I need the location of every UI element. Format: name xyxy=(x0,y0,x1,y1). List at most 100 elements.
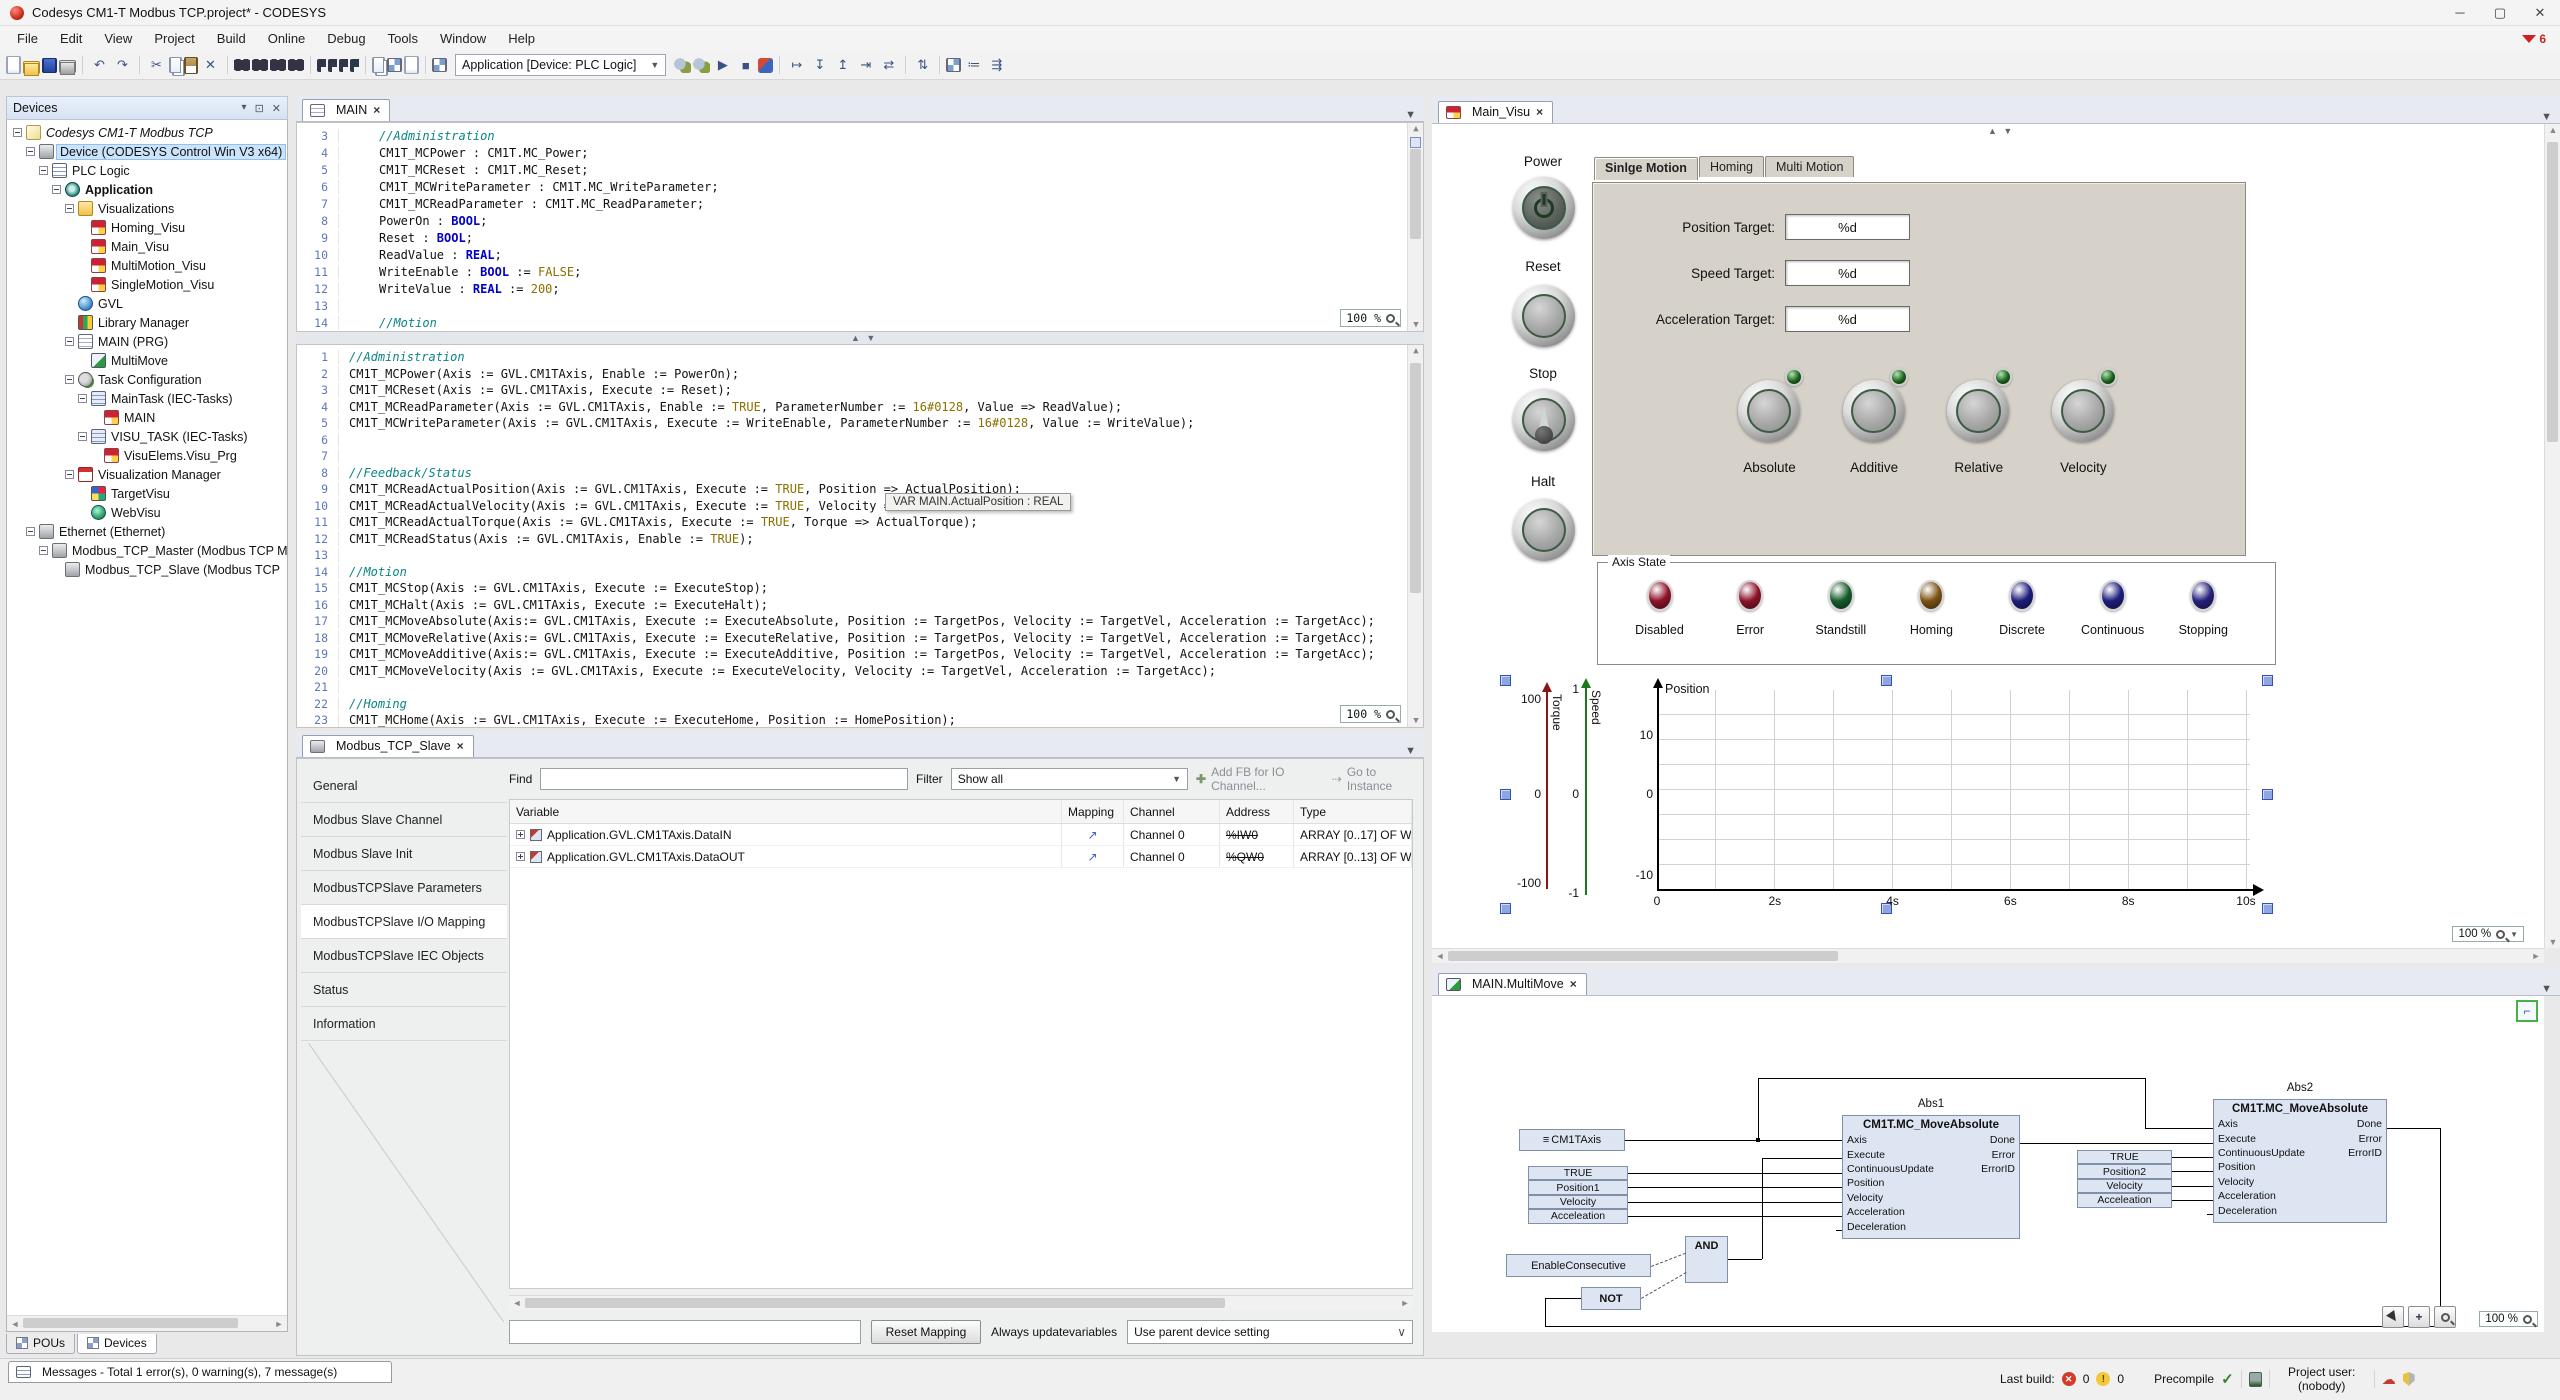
category-item[interactable]: Information xyxy=(301,1007,507,1041)
input-pin[interactable]: ContinuousUpdate xyxy=(1843,1162,1934,1176)
col-variable[interactable]: Variable xyxy=(510,800,1062,823)
message-filter-icon[interactable] xyxy=(2522,35,2536,43)
menu-item[interactable]: View xyxy=(93,28,143,49)
collapse-expander-icon[interactable] xyxy=(13,128,22,137)
fb-block-abs1[interactable]: CM1T.MC_MoveAbsolute AxisExecuteContinuo… xyxy=(1842,1115,2020,1239)
collapse-expander-icon[interactable] xyxy=(26,147,35,156)
table-row[interactable]: Application.GVL.CM1TAxis.DataOUT ↗ Chann… xyxy=(510,846,1412,868)
collapse-expander-icon[interactable] xyxy=(78,432,87,441)
pin-icon[interactable]: ⊡ xyxy=(255,102,264,115)
pan-tool-icon[interactable]: + xyxy=(2408,1306,2430,1328)
toolbar-icon[interactable] xyxy=(59,60,76,73)
tab-close-icon[interactable]: × xyxy=(373,103,380,117)
input-pin[interactable]: Deceleration xyxy=(2214,1203,2305,1217)
category-item[interactable]: ModbusTCPSlave IEC Objects xyxy=(301,939,507,973)
toolbar-icon[interactable] xyxy=(404,56,419,74)
input-pin[interactable]: Velocity xyxy=(1843,1191,1934,1205)
table-row[interactable]: Application.GVL.CM1TAxis.DataIN ↗ Channe… xyxy=(510,824,1412,846)
mapping-status-field[interactable] xyxy=(509,1320,861,1344)
tab-list-dropdown-icon[interactable]: ▼ xyxy=(2533,983,2560,995)
splitter-grip-icon[interactable]: ▲ ▼ xyxy=(1988,126,2014,136)
tree-item[interactable]: MultiMotion_Visu xyxy=(7,256,287,275)
row-expander-icon[interactable] xyxy=(516,830,525,839)
tree-item[interactable]: Task Configuration xyxy=(7,370,287,389)
fb-instance-name[interactable]: Abs1 xyxy=(1842,1098,2020,1110)
toolbar-icon[interactable]: ⇄ xyxy=(878,55,899,76)
not-operator[interactable]: NOT xyxy=(1581,1287,1641,1310)
selection-handle[interactable] xyxy=(1500,903,1511,914)
tab-close-icon[interactable]: × xyxy=(1536,105,1543,119)
col-address[interactable]: Address xyxy=(1220,800,1294,823)
tree-item[interactable]: VISU_TASK (IEC-Tasks) xyxy=(7,427,287,446)
device-tree[interactable]: Codesys CM1-T Modbus TCP Device (CODESYS… xyxy=(7,121,287,1313)
toolbar-icon[interactable] xyxy=(6,56,21,74)
panel-menu-icon[interactable]: ▾ xyxy=(242,102,247,115)
splitter-grip-icon[interactable]: ▲ ▼ xyxy=(851,333,877,343)
devices-horizontal-scrollbar[interactable]: ◄ ► xyxy=(7,1315,287,1331)
tree-item[interactable]: Visualization Manager xyxy=(7,465,287,484)
move-button[interactable] xyxy=(2052,380,2114,442)
implementation-vertical-scrollbar[interactable]: ▲ ▼ xyxy=(1407,345,1423,727)
toolbar-icon[interactable]: ↧ xyxy=(809,55,830,76)
operand-box[interactable]: TRUE xyxy=(2077,1150,2172,1164)
editor-splitter[interactable]: ▲ ▼ xyxy=(296,332,1424,344)
tab-main-visu[interactable]: Main_Visu × xyxy=(1438,101,1553,123)
menu-item[interactable]: Edit xyxy=(49,28,93,49)
menu-item[interactable]: Window xyxy=(429,28,497,49)
tree-item[interactable]: Modbus_TCP_Master (Modbus TCP M xyxy=(7,541,287,560)
visu-horizontal-scrollbar[interactable]: ◄ ► xyxy=(1432,948,2544,963)
output-pin[interactable]: Done xyxy=(2348,1117,2386,1131)
navigator-tab[interactable]: POUs xyxy=(6,1334,75,1354)
active-application-selector[interactable]: Application [Device: PLC Logic] ▼ xyxy=(455,54,666,76)
tree-item[interactable]: Visualizations xyxy=(7,199,287,218)
toolbar-icon[interactable] xyxy=(693,58,710,73)
motion-tab[interactable]: Sinlge Motion xyxy=(1594,157,1698,180)
tree-item[interactable]: MainTask (IEC-Tasks) xyxy=(7,389,287,408)
tab-list-dropdown-icon[interactable]: ▼ xyxy=(2533,111,2560,123)
toolbar-icon[interactable] xyxy=(674,58,691,73)
category-item[interactable]: Modbus Slave Init xyxy=(301,837,507,871)
collapse-expander-icon[interactable] xyxy=(65,375,74,384)
operand-box[interactable]: TRUE xyxy=(1528,1166,1628,1180)
output-pin[interactable]: Error xyxy=(2348,1131,2386,1145)
toolbar-icon[interactable] xyxy=(270,59,286,71)
toolbar-icon[interactable]: ⇅ xyxy=(912,55,933,76)
power-button[interactable] xyxy=(1513,177,1575,239)
always-update-dropdown[interactable]: Use parent device setting ∨ xyxy=(1127,1320,1413,1344)
zoom-tool-icon[interactable] xyxy=(2434,1306,2456,1328)
tab-modbus-tcp-slave[interactable]: Modbus_TCP_Slave × xyxy=(302,735,474,757)
fb-instance-name[interactable]: Abs2 xyxy=(2213,1082,2387,1094)
and-operator[interactable]: AND xyxy=(1685,1236,1728,1283)
input-pin[interactable]: Position xyxy=(1843,1176,1934,1190)
toolbar-icon[interactable] xyxy=(387,58,402,72)
target-input[interactable]: %d xyxy=(1785,260,1910,286)
col-channel[interactable]: Channel xyxy=(1124,800,1220,823)
selection-handle[interactable] xyxy=(2262,789,2273,800)
toolbar-icon[interactable] xyxy=(310,56,311,74)
toolbar-icon[interactable] xyxy=(328,59,337,72)
mapping-horizontal-scrollbar[interactable]: ◄ ► xyxy=(509,1295,1413,1310)
collapse-expander-icon[interactable] xyxy=(78,394,87,403)
split-view-icon[interactable] xyxy=(1410,137,1421,148)
input-pin[interactable]: Velocity xyxy=(2214,1175,2305,1189)
tab-close-icon[interactable]: × xyxy=(457,739,464,753)
category-item[interactable]: Modbus Slave Channel xyxy=(301,803,507,837)
menu-item[interactable]: Tools xyxy=(377,28,429,49)
selection-handle[interactable] xyxy=(1881,675,1892,686)
tree-item[interactable]: Homing_Visu xyxy=(7,218,287,237)
navigator-tab[interactable]: Devices xyxy=(77,1334,157,1354)
move-button[interactable] xyxy=(1947,380,2009,442)
toolbar-icon[interactable] xyxy=(946,58,961,72)
tree-item[interactable]: PLC Logic xyxy=(7,161,287,180)
enable-consecutive-operand[interactable]: EnableConsecutive xyxy=(1506,1254,1651,1277)
add-fb-button[interactable]: ✚ Add FB for IO Channel... xyxy=(1196,765,1324,793)
toolbar-icon[interactable]: ⇶ xyxy=(986,55,1007,76)
toolbar-icon[interactable] xyxy=(42,58,57,73)
tree-item[interactable]: MAIN xyxy=(7,408,287,427)
operand-box[interactable]: Velocity xyxy=(1528,1195,1628,1209)
category-item[interactable]: General xyxy=(301,769,507,803)
toolbar-icon[interactable] xyxy=(227,56,228,74)
target-input[interactable]: %d xyxy=(1785,214,1910,240)
output-pin[interactable]: ErrorID xyxy=(2348,1146,2386,1160)
tab-list-dropdown-icon[interactable]: ▼ xyxy=(1397,745,1424,757)
